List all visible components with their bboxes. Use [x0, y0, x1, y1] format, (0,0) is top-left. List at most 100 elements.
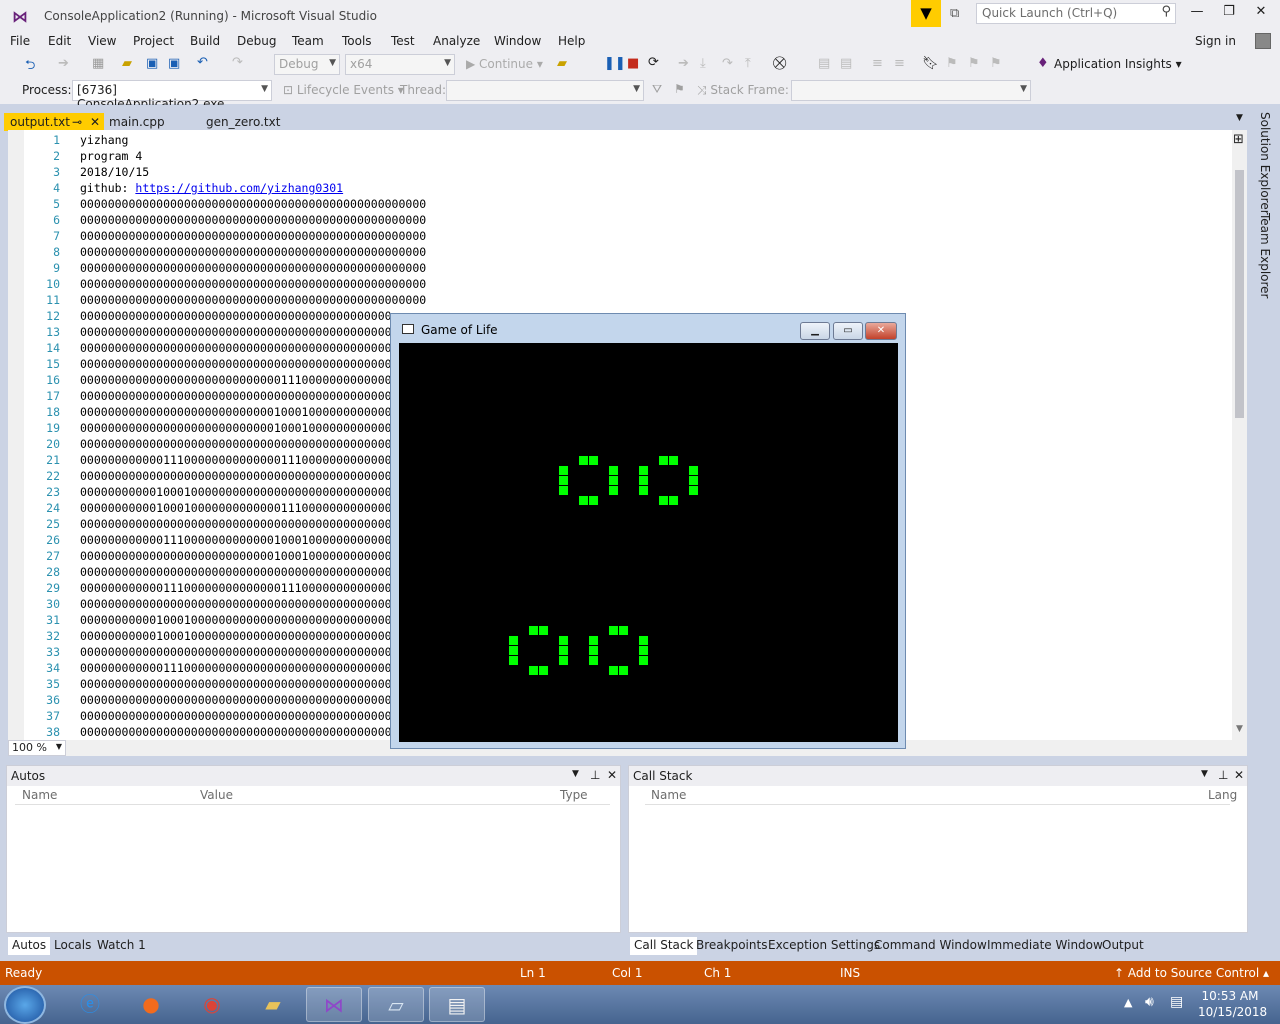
quick-launch-input[interactable]: Quick Launch (Ctrl+Q) ⚲ [976, 3, 1176, 24]
close-icon[interactable]: ✕ [1234, 768, 1244, 782]
filter-threads-icon[interactable]: ⛛ [652, 82, 662, 97]
open-file-icon[interactable]: ▰ [122, 56, 132, 71]
restore-button[interactable]: ❐ [1214, 4, 1244, 24]
configuration-dropdown[interactable]: Debug ▼ [274, 54, 340, 75]
close-button[interactable]: ✕ [1246, 4, 1276, 24]
tab-output[interactable]: Output [1098, 937, 1148, 955]
chevron-down-icon[interactable]: ▼ [572, 769, 579, 779]
bookmark-icon[interactable]: 🔖︎ [922, 56, 939, 71]
clock[interactable]: 10:53 AM 10/15/2018 [1198, 989, 1267, 1019]
game-minimize-button[interactable]: ▁ [800, 322, 830, 340]
sign-in-link[interactable]: Sign in [1195, 34, 1236, 48]
feedback-icon[interactable]: ⧉ [950, 6, 959, 21]
scroll-down-icon[interactable]: ▼ [1236, 724, 1243, 734]
menu-analyze[interactable]: Analyze [433, 34, 480, 48]
tab-watch-1[interactable]: Watch 1 [93, 937, 150, 955]
pin-icon[interactable]: ⊸ [72, 115, 82, 129]
undo-icon[interactable]: ↶ [197, 55, 208, 70]
notepad-icon[interactable]: ▱ [368, 987, 424, 1022]
solution-explorer-tab[interactable]: Solution Explorer [1258, 112, 1272, 215]
thread-dropdown[interactable]: ▼ [446, 80, 644, 101]
column-name[interactable]: Name [651, 788, 686, 802]
step-into-icon[interactable]: ⤓ [700, 56, 706, 71]
menu-debug[interactable]: Debug [237, 34, 276, 48]
show-hidden-icons-icon[interactable]: ▲ [1124, 996, 1132, 1009]
tab-overflow-icon[interactable]: ▼ [1236, 113, 1243, 123]
save-icon[interactable]: ▣ [146, 56, 158, 71]
column-name[interactable]: Name [22, 788, 57, 802]
volume-icon[interactable]: 🔊︎ [1145, 994, 1154, 1010]
menu-edit[interactable]: Edit [48, 34, 71, 48]
tab-call-stack[interactable]: Call Stack [630, 937, 698, 955]
tab-gen-zero-txt[interactable]: gen_zero.txt [200, 113, 286, 131]
lightbulb-icon[interactable]: ♦ [1037, 56, 1049, 71]
tab-main-cpp[interactable]: main.cpp [103, 113, 171, 131]
start-button[interactable] [4, 986, 46, 1024]
tab-exception-settings[interactable]: Exception Settings [764, 937, 884, 955]
flag-icon[interactable]: ⚑ [674, 82, 685, 96]
uncomment-icon[interactable]: ≡ [894, 56, 905, 71]
team-explorer-tab[interactable]: Team Explorer [1258, 213, 1272, 299]
comment-icon[interactable]: ≡ [872, 56, 883, 71]
clear-bookmarks-icon[interactable]: ⚑ [990, 56, 1002, 71]
game-canvas[interactable] [399, 343, 898, 742]
process-dropdown[interactable]: [6736] ConsoleApplication2.exe ▼ [72, 80, 272, 111]
menu-help[interactable]: Help [558, 34, 585, 48]
stop-icon[interactable]: ■ [627, 56, 639, 71]
tab-command-window[interactable]: Command Window [870, 937, 991, 955]
stack-frame-dropdown[interactable]: ▼ [791, 80, 1031, 101]
redo-icon[interactable]: ↷ [232, 55, 243, 70]
forward-icon[interactable]: ➔ [58, 56, 69, 71]
pin-icon[interactable]: ⊥ [590, 768, 600, 782]
application-insights-button[interactable]: Application Insights ▾ [1054, 57, 1182, 71]
menu-file[interactable]: File [10, 34, 30, 48]
flag-threads-icon[interactable]: ▤ [840, 56, 852, 71]
pause-icon[interactable]: ❚❚ [604, 56, 626, 71]
chevron-down-icon[interactable]: ▼ [1201, 769, 1208, 779]
scroll-thumb[interactable] [1235, 170, 1244, 418]
step-over-icon[interactable]: ↷ [722, 56, 733, 71]
internet-explorer-icon[interactable]: ⓔ [62, 987, 118, 1022]
game-maximize-button[interactable]: ▭ [833, 322, 863, 340]
tab-immediate-window[interactable]: Immediate Window [983, 937, 1107, 955]
platform-dropdown[interactable]: x64 ▼ [345, 54, 455, 75]
show-next-statement-icon[interactable]: ➔ [678, 56, 689, 71]
menu-test[interactable]: Test [391, 34, 415, 48]
hex-display-icon[interactable]: ⛒ [773, 56, 786, 71]
zoom-dropdown[interactable]: 100 % ▼ [8, 740, 66, 756]
column-type[interactable]: Type [560, 788, 588, 802]
firefox-icon[interactable]: ● [123, 987, 179, 1022]
tab-output-txt[interactable]: output.txt ⊸ ✕ [4, 113, 104, 131]
network-icon[interactable]: ▤ [1170, 994, 1183, 1010]
menu-view[interactable]: View [88, 34, 116, 48]
column-lang[interactable]: Lang [1208, 788, 1237, 802]
column-value[interactable]: Value [200, 788, 233, 802]
continue-button[interactable]: ▶ Continue ▾ [466, 57, 543, 71]
threads-icon[interactable]: ▤ [818, 56, 830, 71]
step-out-icon[interactable]: ⤒ [745, 56, 751, 71]
game-close-button[interactable]: ✕ [865, 322, 897, 340]
menu-project[interactable]: Project [133, 34, 174, 48]
file-explorer-icon[interactable]: ▰ [245, 987, 301, 1022]
menu-tools[interactable]: Tools [342, 34, 372, 48]
lifecycle-events-button[interactable]: ⊡ Lifecycle Events ▾ [283, 83, 404, 97]
add-to-source-control-button[interactable]: ↑ Add to Source Control ▴ [1114, 966, 1269, 980]
debug-target-icon[interactable]: ▰ [557, 56, 567, 71]
close-tab-icon[interactable]: ✕ [90, 115, 100, 129]
menu-team[interactable]: Team [292, 34, 324, 48]
account-icon[interactable] [1255, 33, 1271, 49]
split-icon[interactable]: ⊞ [1233, 132, 1244, 147]
close-icon[interactable]: ✕ [607, 768, 617, 782]
github-link[interactable]: https://github.com/yizhang0301 [135, 181, 343, 195]
tab-locals[interactable]: Locals [50, 937, 95, 955]
restart-icon[interactable]: ⟳ [648, 55, 659, 70]
prev-bookmark-icon[interactable]: ⚑ [946, 56, 958, 71]
tab-breakpoints[interactable]: Breakpoints [692, 937, 771, 955]
game-window-taskbar-icon[interactable]: ▤ [429, 987, 485, 1022]
pin-icon[interactable]: ⊥ [1218, 768, 1228, 782]
chrome-icon[interactable]: ◉ [184, 987, 240, 1022]
save-all-icon[interactable]: ▣ [168, 56, 180, 71]
new-project-icon[interactable]: ▦ [92, 56, 104, 71]
tab-autos[interactable]: Autos [8, 937, 51, 955]
back-icon[interactable]: ⮌ [25, 56, 35, 78]
